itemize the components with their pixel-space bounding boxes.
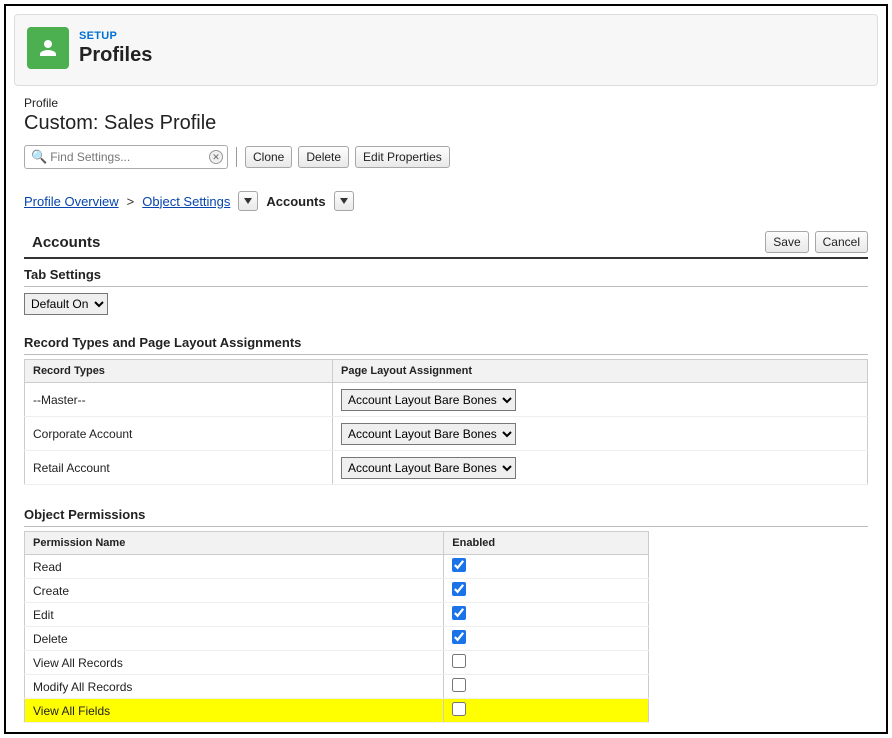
table-row: Create bbox=[25, 579, 649, 603]
col-page-layout: Page Layout Assignment bbox=[333, 360, 868, 383]
cancel-button[interactable]: Cancel bbox=[815, 231, 868, 253]
profile-name: Custom: Sales Profile bbox=[24, 112, 868, 135]
table-row: View All Fields bbox=[25, 699, 649, 723]
breadcrumb-separator: > bbox=[127, 194, 135, 209]
table-row: Corporate Account Account Layout Bare Bon… bbox=[25, 417, 868, 451]
breadcrumb: Profile Overview > Object Settings Accou… bbox=[24, 191, 868, 211]
record-type-name: Corporate Account bbox=[25, 417, 333, 451]
page-layout-select[interactable]: Account Layout Bare Bones bbox=[341, 389, 516, 411]
table-row: Modify All Records bbox=[25, 675, 649, 699]
breadcrumb-profile-overview[interactable]: Profile Overview bbox=[24, 194, 119, 209]
page-layout-cell: Account Layout Bare Bones bbox=[333, 451, 868, 485]
clone-button[interactable]: Clone bbox=[245, 146, 292, 168]
permission-enabled-cell bbox=[444, 699, 649, 723]
permission-enabled-cell bbox=[444, 651, 649, 675]
table-row: Delete bbox=[25, 627, 649, 651]
edit-properties-button[interactable]: Edit Properties bbox=[355, 146, 450, 168]
col-enabled: Enabled bbox=[444, 532, 649, 555]
table-row: --Master-- Account Layout Bare Bones bbox=[25, 383, 868, 417]
permission-checkbox[interactable] bbox=[452, 678, 466, 692]
setup-link[interactable]: SETUP bbox=[79, 30, 152, 42]
chevron-down-icon bbox=[244, 198, 252, 204]
permission-enabled-cell bbox=[444, 627, 649, 651]
permission-name: Read bbox=[25, 555, 444, 579]
permission-name: View All Fields bbox=[25, 699, 444, 723]
object-permissions-table: Permission Name Enabled ReadCreateEditDe… bbox=[24, 531, 649, 723]
permission-name: Delete bbox=[25, 627, 444, 651]
save-button[interactable]: Save bbox=[765, 231, 808, 253]
accounts-dropdown[interactable] bbox=[334, 191, 354, 211]
profile-icon bbox=[27, 27, 69, 69]
chevron-down-icon bbox=[340, 198, 348, 204]
page-layout-cell: Account Layout Bare Bones bbox=[333, 417, 868, 451]
section-title: Accounts bbox=[24, 234, 100, 251]
record-types-title: Record Types and Page Layout Assignments bbox=[24, 335, 868, 350]
permission-checkbox[interactable] bbox=[452, 702, 466, 716]
record-type-name: --Master-- bbox=[25, 383, 333, 417]
col-record-types: Record Types bbox=[25, 360, 333, 383]
permission-checkbox[interactable] bbox=[452, 558, 466, 572]
permission-checkbox[interactable] bbox=[452, 582, 466, 596]
permission-name: Create bbox=[25, 579, 444, 603]
divider bbox=[24, 286, 868, 287]
table-row: Edit bbox=[25, 603, 649, 627]
permission-name: View All Records bbox=[25, 651, 444, 675]
table-row: Retail Account Account Layout Bare Bones bbox=[25, 451, 868, 485]
tab-settings-title: Tab Settings bbox=[24, 267, 868, 282]
toolbar: 🔍 ✕ Clone Delete Edit Properties bbox=[24, 145, 868, 169]
permission-checkbox[interactable] bbox=[452, 630, 466, 644]
clear-search-icon[interactable]: ✕ bbox=[209, 150, 223, 164]
search-icon: 🔍 bbox=[29, 149, 50, 165]
breadcrumb-object-settings[interactable]: Object Settings bbox=[142, 194, 230, 209]
record-type-name: Retail Account bbox=[25, 451, 333, 485]
section-divider bbox=[24, 257, 868, 259]
permission-name: Edit bbox=[25, 603, 444, 627]
page-layout-select[interactable]: Account Layout Bare Bones bbox=[341, 423, 516, 445]
divider bbox=[24, 354, 868, 355]
delete-button[interactable]: Delete bbox=[298, 146, 349, 168]
permission-name: Modify All Records bbox=[25, 675, 444, 699]
page-layout-cell: Account Layout Bare Bones bbox=[333, 383, 868, 417]
permission-enabled-cell bbox=[444, 675, 649, 699]
col-permission-name: Permission Name bbox=[25, 532, 444, 555]
search-input[interactable] bbox=[50, 150, 209, 164]
table-row: Read bbox=[25, 555, 649, 579]
permission-checkbox[interactable] bbox=[452, 606, 466, 620]
divider bbox=[24, 526, 868, 527]
profile-sublabel: Profile bbox=[24, 96, 868, 110]
object-permissions-title: Object Permissions bbox=[24, 507, 868, 522]
table-row: View All Records bbox=[25, 651, 649, 675]
page-layout-select[interactable]: Account Layout Bare Bones bbox=[341, 457, 516, 479]
permission-enabled-cell bbox=[444, 579, 649, 603]
permission-enabled-cell bbox=[444, 555, 649, 579]
setup-header: SETUP Profiles bbox=[14, 14, 878, 86]
permission-enabled-cell bbox=[444, 603, 649, 627]
object-settings-dropdown[interactable] bbox=[238, 191, 258, 211]
breadcrumb-current: Accounts bbox=[266, 194, 325, 209]
page-title: Profiles bbox=[79, 44, 152, 67]
record-types-table: Record Types Page Layout Assignment --Ma… bbox=[24, 359, 868, 485]
permission-checkbox[interactable] bbox=[452, 654, 466, 668]
search-box[interactable]: 🔍 ✕ bbox=[24, 145, 228, 169]
tab-settings-select[interactable]: Default On bbox=[24, 293, 108, 315]
toolbar-divider bbox=[236, 147, 237, 167]
